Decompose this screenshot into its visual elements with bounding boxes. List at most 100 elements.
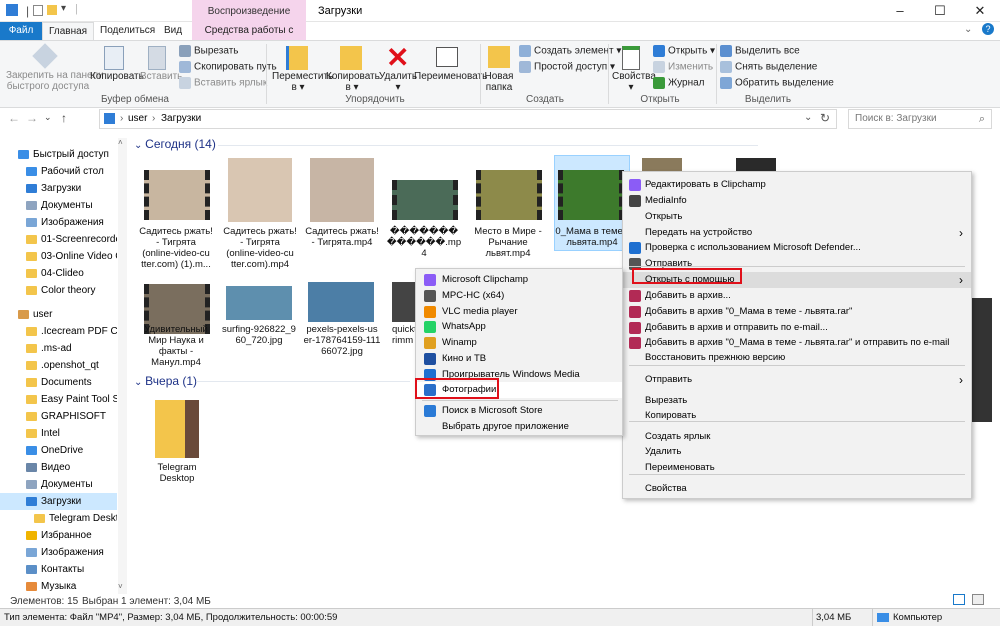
file-thumbnail[interactable] [144,170,210,220]
nav-item[interactable]: Документы [0,476,117,493]
copy-to-button[interactable]: Копировать в ▾ [326,71,380,93]
nav-item[interactable]: .ms-ad [0,340,117,357]
nav-item[interactable]: Документы [0,197,117,214]
context-menu-item[interactable]: Создать ярлык [623,429,971,445]
nav-item[interactable]: Загрузки [0,493,117,510]
breadcrumb-downloads[interactable]: Загрузки [161,113,201,124]
copy-button[interactable]: Копировать [90,71,144,82]
edit-button[interactable]: Изменить [653,61,713,73]
nav-item[interactable]: Быстрый доступ [0,146,117,163]
context-menu-item[interactable]: Добавить в архив и отправить по e-mail..… [623,320,971,336]
nav-item[interactable]: Музыка [0,578,117,595]
file-thumbnail[interactable] [476,170,542,220]
open-with-item[interactable]: Выбрать другое приложение [416,419,622,435]
ribbon-collapse-icon[interactable]: ⌄ [964,24,972,35]
file-label[interactable]: surfing-926822_9 60_720.jpg [219,324,299,346]
file-label[interactable]: pexels-pexels-us er-178764159-111 66072.jp… [302,324,382,357]
nav-scrollbar[interactable]: ˄ ˅ [118,138,127,594]
file-label[interactable]: Место в Мире - Рычание львят.mp4 [468,226,548,259]
nav-item[interactable]: Intel [0,425,117,442]
rename-button[interactable]: Переименовать [414,71,487,82]
nav-item[interactable]: Изображения [0,214,117,231]
nav-item[interactable]: .openshot_qt [0,357,117,374]
file-thumbnail[interactable] [226,286,292,320]
file-label[interactable]: ������� ������.mp 4 [384,226,464,259]
move-to-button[interactable]: Переместить в ▾ [272,71,333,93]
tab-video-tools[interactable]: Средства работы с видео [192,22,306,54]
file-thumbnail[interactable] [308,282,374,322]
group-yesterday[interactable]: ⌄ Вчера (1) [134,374,197,388]
open-with-item[interactable]: Microsoft Clipchamp [416,272,622,288]
recent-dropdown-icon[interactable]: ⌄ [44,112,52,123]
nav-item[interactable]: Видео [0,459,117,476]
nav-item[interactable]: Загрузки [0,180,117,197]
history-button[interactable]: Журнал [653,77,705,89]
close-button[interactable]: ✕ [960,0,1000,22]
nav-item[interactable]: 03-Online Video Cut [0,248,117,265]
file-label[interactable]: Удивительный Мир Наука и факты - Манул.mp4 [136,324,216,368]
select-none-button[interactable]: Снять выделение [720,61,817,73]
new-folder-button[interactable]: Новая папка [484,71,514,93]
folder-icon[interactable] [155,400,199,458]
nav-item[interactable]: 04-Clideo [0,265,117,282]
context-menu-item[interactable]: Отправить › [623,372,971,388]
open-with-item[interactable]: Кино и ТВ [416,351,622,367]
maximize-button[interactable]: ☐ [920,0,960,22]
address-dropdown-icon[interactable]: ⌄ [804,112,812,123]
nav-item[interactable]: 01-Screenrecorder [0,231,117,248]
scroll-down-icon[interactable]: ˅ [118,582,123,591]
tab-file[interactable]: Файл [0,22,42,40]
file-thumbnail[interactable] [736,158,776,172]
context-menu-item[interactable]: MediaInfo [623,193,971,209]
refresh-icon[interactable]: ↻ [820,111,830,125]
back-icon[interactable]: ← [8,111,20,125]
context-menu-item[interactable]: Передать на устройство › [623,225,971,241]
context-menu-item[interactable]: Добавить в архив... [623,288,971,304]
paste-shortcut-button[interactable]: Вставить ярлык [179,77,267,89]
nav-item[interactable]: OneDrive [0,442,117,459]
breadcrumb-user[interactable]: user [128,113,147,124]
scroll-up-icon[interactable]: ˄ [118,138,123,147]
breadcrumb-separator-icon[interactable]: › [120,113,123,124]
pin-button[interactable]: Закрепить на панели быстрого доступа [6,70,104,92]
up-icon[interactable]: ↑ [61,111,67,125]
cut-button[interactable]: Вырезать [179,45,238,57]
open-with-item[interactable]: VLC media player [416,304,622,320]
tab-share[interactable]: Поделиться [94,22,161,40]
context-menu-item[interactable]: Проверка с использованием Microsoft Defe… [623,240,971,256]
file-label[interactable]: Садитесь ржать! - Тигрята (online-video-cu… [220,226,300,270]
minimize-button[interactable]: – [880,0,920,22]
file-label[interactable]: Садитесь ржать! - Тигрята.mp4 [302,226,382,248]
paste-button[interactable]: Вставить [140,71,182,82]
nav-item[interactable]: Изображения [0,544,117,561]
nav-item[interactable]: .Icecream PDF Cand [0,323,117,340]
properties-qa-icon[interactable] [33,5,43,16]
file-label[interactable]: Telegram Desktop [137,462,217,484]
context-menu-item[interactable]: Вырезать [623,393,971,409]
nav-item[interactable]: user [0,306,117,323]
delete-button[interactable]: Удалить ▾ [378,71,418,93]
properties-button[interactable]: Свойства ▾ [612,71,656,93]
context-menu-item[interactable]: Свойства [623,481,971,497]
new-item-button[interactable]: Создать элемент ▾ [519,45,621,57]
group-today[interactable]: ⌄ Сегодня (14) [134,137,216,151]
qa-dropdown-icon[interactable]: ▾ [61,3,66,14]
details-view-icon[interactable] [953,594,965,605]
tab-view[interactable]: Вид [158,22,188,40]
file-thumbnail[interactable] [642,158,682,172]
nav-item[interactable]: Documents [0,374,117,391]
forward-icon[interactable]: → [26,111,38,125]
open-with-item[interactable]: MPC-HC (x64) [416,288,622,304]
file-thumbnail[interactable] [392,180,458,220]
nav-item[interactable]: Easy Paint Tool SAI 1 [0,391,117,408]
context-menu-item[interactable]: Добавить в архив "0_Мама в теме - львята… [623,304,971,320]
nav-item[interactable]: Контакты [0,561,117,578]
invert-selection-button[interactable]: Обратить выделение [720,77,834,89]
nav-item[interactable]: GRAPHISOFT [0,408,117,425]
context-menu-item[interactable]: Добавить в архив "0_Мама в теме - львята… [623,335,971,351]
search-input[interactable]: Поиск в: Загрузки ⌕ [848,109,992,129]
nav-item[interactable]: Color theory [0,282,117,299]
nav-item[interactable]: Рабочий стол [0,163,117,180]
tab-home[interactable]: Главная [42,22,95,41]
file-thumbnail[interactable] [392,282,416,322]
